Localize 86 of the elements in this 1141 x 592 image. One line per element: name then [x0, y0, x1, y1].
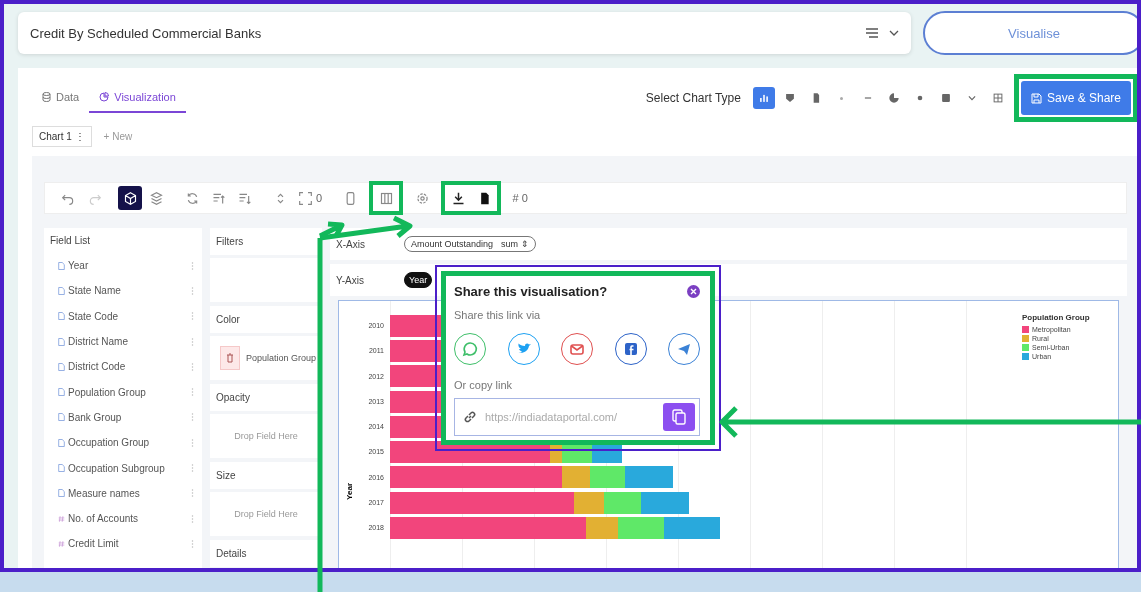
pie-icon	[886, 91, 901, 105]
axis-title: Year	[345, 482, 354, 500]
layers-icon	[148, 190, 164, 206]
chevron-down-icon	[889, 29, 899, 37]
bar-segment	[664, 517, 720, 539]
share-label: Share this link via	[454, 309, 542, 321]
expand-icon	[298, 190, 313, 206]
settings-icon	[414, 190, 430, 206]
share-button[interactable]	[614, 333, 647, 365]
field-item[interactable]: Occupation Group	[44, 430, 202, 456]
document-icon	[58, 285, 65, 296]
document-icon	[58, 336, 65, 347]
bar-segment	[604, 491, 641, 514]
document-icon	[58, 260, 65, 271]
field-item[interactable]: Bank Group	[44, 404, 202, 431]
columns-icon	[378, 190, 394, 206]
share-button[interactable]	[668, 333, 700, 365]
field-item[interactable]: State Code	[44, 303, 202, 329]
document-icon	[58, 412, 65, 423]
dialog-title: Share this visualisation?	[454, 284, 608, 299]
bar-segment	[590, 466, 625, 489]
document-icon	[58, 361, 65, 372]
toolbar-button[interactable]: 0	[294, 186, 327, 210]
copy-icon	[672, 409, 686, 425]
grid-icon	[990, 91, 1005, 105]
chart-tab[interactable]: Chart 1 ⋮	[32, 125, 92, 147]
drag-handle-icon[interactable]	[191, 361, 194, 372]
field-item[interactable]: Credit Limit	[44, 531, 202, 557]
document-icon	[58, 387, 65, 398]
hash-icon	[58, 513, 65, 524]
database-icon	[42, 92, 51, 102]
drag-handle-icon[interactable]	[191, 538, 194, 549]
drag-handle-icon[interactable]	[191, 412, 194, 423]
field-item[interactable]: Year	[44, 253, 202, 279]
hash-icon	[58, 538, 65, 549]
field-item[interactable]: District Code	[44, 354, 202, 380]
legend-title: Population Group	[1022, 313, 1090, 322]
bar-segment	[625, 466, 673, 489]
close-button[interactable]	[687, 285, 700, 298]
bar-segment	[641, 491, 689, 514]
axis-label: Y-Axis	[336, 274, 365, 286]
copy-label: Or copy link	[454, 379, 514, 391]
tab[interactable]: Visualization	[89, 83, 186, 113]
drag-handle-icon[interactable]	[191, 488, 194, 499]
drag-handle-icon[interactable]	[191, 285, 194, 296]
field-item[interactable]: State Name	[44, 278, 202, 304]
chart-type-button[interactable]	[752, 87, 775, 109]
drag-handle-icon[interactable]	[191, 437, 194, 448]
link-icon	[463, 410, 477, 424]
close-icon	[690, 288, 697, 295]
toolbar-button[interactable]	[118, 186, 142, 210]
trash-icon	[225, 353, 234, 363]
dataset-select[interactable]: Credit By Scheduled Commercial Banks	[18, 12, 911, 54]
chat-bubble-icon	[461, 340, 479, 358]
document-icon	[58, 437, 65, 448]
share-button[interactable]	[507, 333, 540, 365]
drag-handle-icon[interactable]	[191, 387, 194, 398]
share-button[interactable]	[561, 333, 593, 365]
save-icon	[1030, 92, 1042, 104]
field-item[interactable]: Measure names	[44, 480, 202, 506]
field-item[interactable]: No. of Accounts	[44, 505, 202, 532]
drag-handle-icon[interactable]	[191, 513, 194, 524]
field-item[interactable]: Population Group	[44, 379, 202, 405]
copy-button[interactable]	[663, 403, 695, 431]
axis-label: X-Axis	[336, 238, 366, 250]
dot-icon	[840, 96, 844, 100]
document-icon	[58, 311, 65, 322]
chart-icon	[99, 92, 110, 102]
document-icon	[58, 463, 65, 473]
field-item[interactable]: Occupation Subgroup	[44, 455, 202, 481]
cube-icon	[122, 190, 138, 206]
drag-handle-icon[interactable]	[191, 260, 194, 271]
toolbar-button[interactable]: # 0	[508, 186, 533, 210]
share-button[interactable]	[454, 333, 486, 365]
drag-handle-icon[interactable]	[191, 463, 194, 473]
shelf-title: Filters	[210, 228, 322, 255]
save-share-button[interactable]: Save & Share	[1020, 81, 1131, 115]
drag-handle-icon[interactable]	[191, 311, 194, 322]
list-icon	[865, 27, 879, 39]
tab[interactable]: Data	[32, 83, 90, 113]
field-item[interactable]: District Name	[44, 328, 202, 355]
chart-type-label: Select Chart Type	[645, 91, 741, 105]
drag-handle-icon[interactable]	[191, 336, 194, 347]
field-pill[interactable]: Year	[404, 272, 433, 288]
document-icon	[58, 488, 65, 499]
panel-title: Field List	[49, 234, 91, 248]
